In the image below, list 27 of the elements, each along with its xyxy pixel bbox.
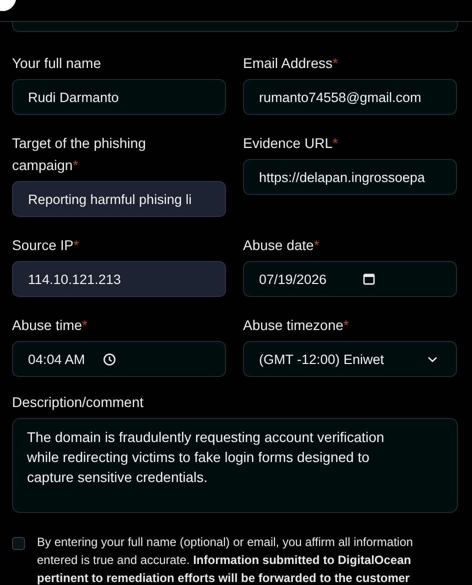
input-field[interactable]: https://delapan.ingrossoepa <box>243 159 457 195</box>
input-field[interactable]: rumanto74558@gmail.com <box>243 79 457 115</box>
consent-text: By entering your full name (optional) or email, you affirm all information entered is true and accurate. Information submitted to DigitalOcean pertinent to remediation efforts will be forwarded to the customer <box>37 534 414 585</box>
time-field[interactable]: 04:04 AM <box>12 341 226 377</box>
field-label: Evidence URL* <box>243 134 339 153</box>
input-field[interactable]: Reporting harmful phising li <box>12 181 226 217</box>
date-field[interactable]: 07/19/2026 <box>243 261 457 297</box>
field-label: Description/comment <box>12 393 144 412</box>
comment-textarea[interactable]: The domain is fraudulently requesting account verification while redirecting victims to fake login forms designed to capture sensitive credentials. <box>12 418 458 513</box>
field-value: 07/19/2026 <box>259 272 327 286</box>
field-label: Abuse date* <box>243 236 320 255</box>
consent-checkbox[interactable] <box>12 537 25 550</box>
clock-icon[interactable] <box>103 352 116 366</box>
field-label: Abuse timezone* <box>243 316 350 335</box>
field-value: 04:04 AM <box>28 352 86 366</box>
input-field[interactable]: Rudi Darmanto <box>12 79 226 115</box>
calendar-icon[interactable] <box>362 273 375 285</box>
timezone-dropdown[interactable]: (GMT -12:00) Eniwet <box>243 341 457 377</box>
field-value: (GMT -12:00) Eniwet <box>259 352 384 366</box>
field-label: Email Address* <box>243 54 339 73</box>
field-label: Your full name <box>12 54 102 73</box>
chevron-down-icon <box>427 356 438 362</box>
input-field[interactable]: 114.10.121.213 <box>12 261 226 297</box>
logo-icon <box>0 0 16 11</box>
field-label: Abuse time* <box>12 316 88 335</box>
field-label: Source IP* <box>12 236 80 255</box>
field-label: Target of the phishing campaign* <box>12 134 147 175</box>
